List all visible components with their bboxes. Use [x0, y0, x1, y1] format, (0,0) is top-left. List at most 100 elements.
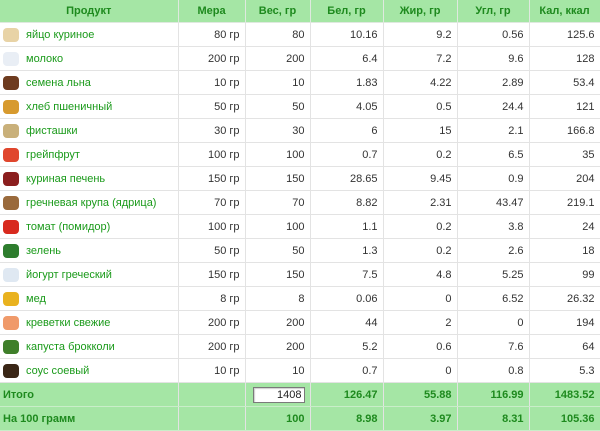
weight-cell: 150 — [245, 166, 311, 191]
total-protein: 126.47 — [310, 382, 384, 407]
protein-cell: 28.65 — [310, 166, 384, 191]
fat-cell: 9.2 — [383, 22, 458, 47]
weight-cell: 70 — [245, 190, 311, 215]
egg-icon — [3, 27, 19, 42]
per-100g-protein: 8.98 — [310, 406, 384, 431]
product-link[interactable]: яйцо куриное — [26, 29, 94, 41]
product-cell: томат (помидор) — [0, 214, 179, 239]
carbs-cell: 2.6 — [457, 238, 530, 263]
protein-cell: 0.7 — [310, 142, 384, 167]
header-measure: Мера — [178, 0, 246, 23]
per-100g-row: На 100 грамм 100 8.98 3.97 8.31 105.36 — [0, 406, 600, 431]
table-row: мед 8 гр 8 0.06 0 6.52 26.32 — [0, 286, 600, 311]
header-weight: Вес, гр — [245, 0, 311, 23]
product-link[interactable]: мед — [26, 293, 46, 305]
protein-cell: 1.83 — [310, 70, 384, 95]
grapefruit-icon — [3, 147, 19, 162]
calories-cell: 64 — [529, 334, 600, 359]
flax-seeds-icon — [3, 75, 19, 90]
measure-cell: 80 гр — [178, 22, 246, 47]
calories-cell: 53.4 — [529, 70, 600, 95]
per-100g-carbs: 8.31 — [457, 406, 530, 431]
header-fat: Жир, гр — [383, 0, 458, 23]
fat-cell: 0 — [383, 358, 458, 383]
protein-cell: 0.06 — [310, 286, 384, 311]
calories-cell: 194 — [529, 310, 600, 335]
shrimp-icon — [3, 315, 19, 330]
fat-cell: 0.2 — [383, 142, 458, 167]
weight-cell: 50 — [245, 94, 311, 119]
measure-cell: 50 гр — [178, 238, 246, 263]
total-measure — [178, 382, 246, 407]
product-link[interactable]: креветки свежие — [26, 317, 110, 329]
product-cell: соус соевый — [0, 358, 179, 383]
carbs-cell: 6.5 — [457, 142, 530, 167]
carbs-cell: 0 — [457, 310, 530, 335]
fat-cell: 15 — [383, 118, 458, 143]
product-link[interactable]: молоко — [26, 53, 63, 65]
honey-icon — [3, 291, 19, 306]
product-link[interactable]: семена льна — [26, 77, 91, 89]
carbs-cell: 6.52 — [457, 286, 530, 311]
table-row: грейпфрут 100 гр 100 0.7 0.2 6.5 35 — [0, 142, 600, 167]
fat-cell: 0.2 — [383, 214, 458, 239]
weight-cell: 80 — [245, 22, 311, 47]
header-calories: Кал, ккал — [529, 0, 600, 23]
total-row: Итого 1408 126.47 55.88 116.99 1483.52 — [0, 382, 600, 407]
product-cell: креветки свежие — [0, 310, 179, 335]
product-cell: фисташки — [0, 118, 179, 143]
yogurt-icon — [3, 267, 19, 282]
fat-cell: 4.22 — [383, 70, 458, 95]
calories-cell: 18 — [529, 238, 600, 263]
table-row: соус соевый 10 гр 10 0.7 0 0.8 5.3 — [0, 358, 600, 383]
table-row: фисташки 30 гр 30 6 15 2.1 166.8 — [0, 118, 600, 143]
product-cell: куриная печень — [0, 166, 179, 191]
weight-cell: 150 — [245, 262, 311, 287]
product-link[interactable]: капуста брокколи — [26, 341, 115, 353]
product-link[interactable]: грейпфрут — [26, 149, 80, 161]
header-protein: Бел, гр — [310, 0, 384, 23]
measure-cell: 50 гр — [178, 94, 246, 119]
fat-cell: 0.5 — [383, 94, 458, 119]
per-100g-weight: 100 — [245, 406, 311, 431]
product-link[interactable]: томат (помидор) — [26, 221, 110, 233]
calories-cell: 26.32 — [529, 286, 600, 311]
measure-cell: 200 гр — [178, 46, 246, 71]
total-calories: 1483.52 — [529, 382, 600, 407]
product-cell: молоко — [0, 46, 179, 71]
table-row: семена льна 10 гр 10 1.83 4.22 2.89 53.4 — [0, 70, 600, 95]
product-link[interactable]: хлеб пшеничный — [26, 101, 112, 113]
measure-cell: 150 гр — [178, 262, 246, 287]
protein-cell: 44 — [310, 310, 384, 335]
total-weight-input[interactable]: 1408 — [252, 386, 305, 403]
weight-cell: 200 — [245, 46, 311, 71]
measure-cell: 70 гр — [178, 190, 246, 215]
protein-cell: 1.3 — [310, 238, 384, 263]
per-100g-measure — [178, 406, 246, 431]
liver-icon — [3, 171, 19, 186]
fat-cell: 0.2 — [383, 238, 458, 263]
product-link[interactable]: гречневая крупа (ядрица) — [26, 197, 156, 209]
product-link[interactable]: фисташки — [26, 125, 78, 137]
product-link[interactable]: соус соевый — [26, 365, 89, 377]
pistachio-icon — [3, 123, 19, 138]
greens-icon — [3, 243, 19, 258]
measure-cell: 10 гр — [178, 358, 246, 383]
table-row: капуста брокколи 200 гр 200 5.2 0.6 7.6 64 — [0, 334, 600, 359]
table-row: хлеб пшеничный 50 гр 50 4.05 0.5 24.4 121 — [0, 94, 600, 119]
weight-cell: 100 — [245, 142, 311, 167]
total-label: Итого — [0, 382, 179, 407]
calories-cell: 99 — [529, 262, 600, 287]
protein-cell: 0.7 — [310, 358, 384, 383]
weight-cell: 200 — [245, 334, 311, 359]
product-link[interactable]: зелень — [26, 245, 61, 257]
product-cell: гречневая крупа (ядрица) — [0, 190, 179, 215]
product-link[interactable]: куриная печень — [26, 173, 105, 185]
product-link[interactable]: йогурт греческий — [26, 269, 112, 281]
fat-cell: 4.8 — [383, 262, 458, 287]
weight-cell: 10 — [245, 358, 311, 383]
calories-cell: 125.6 — [529, 22, 600, 47]
fat-cell: 2 — [383, 310, 458, 335]
measure-cell: 200 гр — [178, 334, 246, 359]
total-carbs: 116.99 — [457, 382, 530, 407]
